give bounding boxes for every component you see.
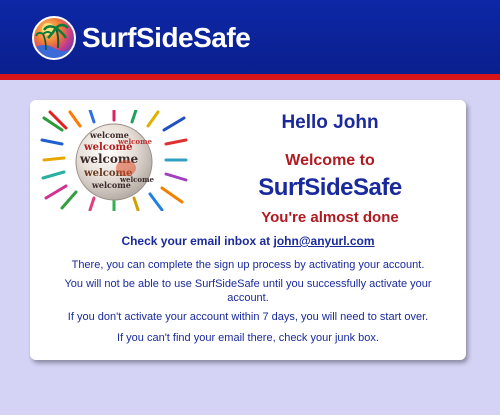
almost-done-text: You're almost done [261, 209, 399, 226]
header: SurfSideSafe [0, 0, 500, 74]
brand-logo-text: SurfSideSafe [82, 22, 251, 53]
info-paragraph: If you don't activate your account withi… [67, 311, 429, 323]
welcome-banner-image: welcome welcome welcome welcome welcome … [40, 110, 188, 211]
info-paragraph: If you can't find your email there, chec… [117, 332, 379, 344]
header-stripe [0, 74, 500, 80]
welcome-card: welcome welcome welcome welcome welcome … [30, 100, 466, 360]
check-email-label: Check your email inbox at [121, 234, 271, 248]
check-email-line: Check your email inbox at john@anyurl.co… [30, 234, 466, 248]
banner-word: welcome [117, 137, 152, 146]
banner-word: welcome [119, 175, 154, 184]
info-paragraph: There, you can complete the sign up proc… [71, 259, 425, 271]
info-paragraph: You will not be able to use SurfSideSafe… [64, 278, 432, 304]
greeting-heading: Hello John [281, 112, 379, 133]
welcome-to-text: Welcome to [285, 152, 375, 169]
logo-icon [32, 16, 76, 60]
brand-name: SurfSideSafe [258, 174, 402, 201]
email-link[interactable]: john@anyurl.com [274, 234, 375, 248]
